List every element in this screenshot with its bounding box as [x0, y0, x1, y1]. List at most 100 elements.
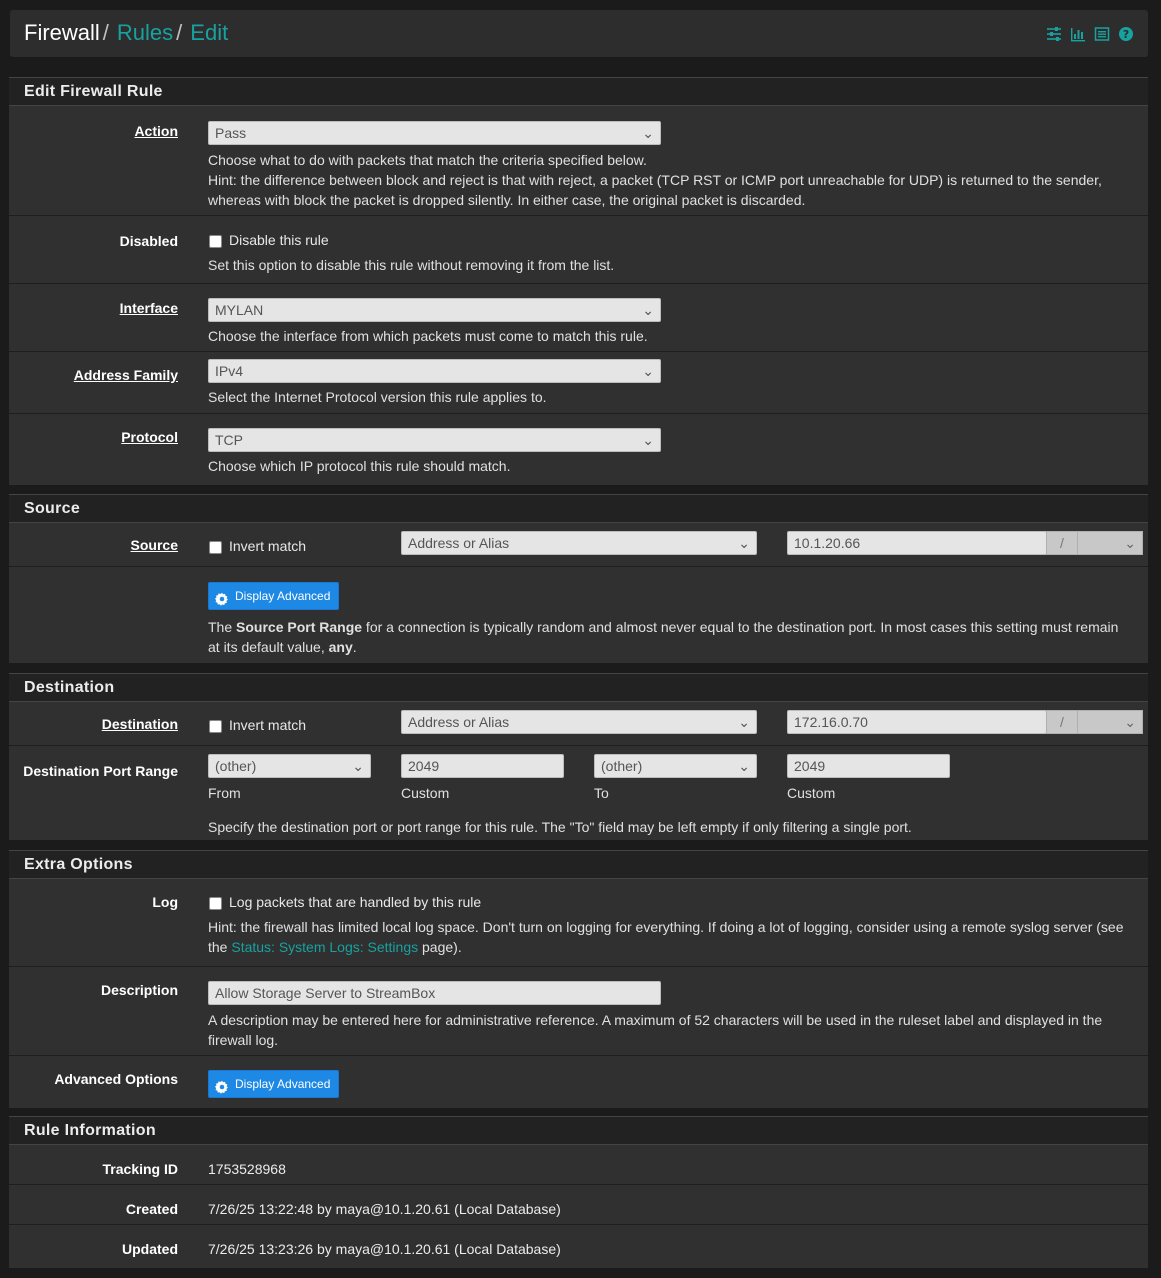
port-from-caption: From [208, 785, 241, 801]
chevron-down-icon: ⌄ [642, 363, 654, 379]
breadcrumb-separator: / [176, 20, 183, 45]
chevron-down-icon: ⌄ [352, 758, 364, 774]
panel-title: Source [24, 500, 81, 517]
destination-address-input[interactable]: 172.16.0.70 [787, 710, 1047, 734]
gear-icon [214, 589, 229, 615]
address-family-label: Address Family [73, 367, 178, 383]
address-family-select-value: IPv4 [215, 363, 244, 379]
destination-mask-select[interactable]: ⌄ [1077, 710, 1143, 734]
action-help-line1: Choose what to do with packets that matc… [208, 152, 647, 168]
panel-title: Rule Information [24, 1122, 156, 1139]
port-to-caption: To [594, 785, 609, 801]
breadcrumb-rules-link[interactable]: Rules [117, 20, 173, 45]
port-from-custom-value: 2049 [408, 758, 440, 774]
description-label: Description [100, 982, 178, 998]
disabled-help: Set this option to disable this rule wit… [208, 257, 615, 273]
port-to-custom-value: 2049 [794, 758, 826, 774]
destination-invert-label[interactable]: Invert match [229, 717, 306, 733]
description-input[interactable]: Allow Storage Server to StreamBox [208, 981, 661, 1005]
breadcrumb-separator: / [102, 20, 109, 45]
system-logs-settings-link[interactable]: Status: System Logs: Settings [231, 939, 418, 955]
address-family-select[interactable]: IPv4 ⌄ [208, 359, 661, 383]
chevron-down-icon: ⌄ [642, 302, 654, 318]
source-help-bold: Source Port Range [236, 619, 363, 635]
chevron-down-icon: ⌄ [738, 714, 750, 730]
disable-rule-checkbox-label[interactable]: Disable this rule [229, 232, 329, 248]
action-select-value: Pass [215, 125, 247, 141]
port-from-custom-input[interactable]: 2049 [401, 754, 564, 778]
advanced-options-display-button[interactable]: Display Advanced [208, 1070, 340, 1098]
source-display-advanced-button[interactable]: Display Advanced [208, 582, 340, 610]
source-type-value: Address or Alias [408, 535, 510, 551]
action-help-hint: Hint: the difference between block and r… [208, 172, 1102, 208]
port-from-select-value: (other) [215, 758, 257, 774]
destination-invert-checkbox[interactable] [209, 720, 222, 733]
source-panel: Source Source Invert match Address or Al… [9, 494, 1148, 663]
log-label: Log [152, 894, 178, 910]
chevron-down-icon: ⌄ [642, 125, 654, 141]
log-checkbox[interactable] [209, 897, 222, 910]
bar-chart-icon[interactable] [1070, 26, 1086, 42]
action-select[interactable]: Pass ⌄ [208, 121, 661, 145]
advanced-options-label: Advanced Options [54, 1071, 178, 1087]
header-icons: ? [1046, 26, 1134, 42]
protocol-row: Protocol TCP ⌄ Choose which IP protocol … [9, 414, 1148, 484]
breadcrumb-edit-link[interactable]: Edit [190, 20, 228, 45]
source-display-advanced-label: Display Advanced [235, 589, 331, 603]
created-label: Created [125, 1201, 178, 1217]
interface-help: Choose the interface from which packets … [208, 328, 648, 344]
port-to-select[interactable]: (other) ⌄ [594, 754, 757, 778]
destination-type-select[interactable]: Address or Alias ⌄ [401, 710, 757, 734]
disable-rule-checkbox[interactable] [209, 235, 222, 248]
extra-options-heading: Extra Options [9, 850, 1148, 879]
port-from-select[interactable]: (other) ⌄ [208, 754, 371, 778]
protocol-select[interactable]: TCP ⌄ [208, 428, 661, 452]
protocol-label: Protocol [121, 429, 178, 445]
chevron-down-icon: ⌄ [738, 758, 750, 774]
interface-select-value: MYLAN [215, 302, 264, 318]
source-invert-checkbox[interactable] [209, 541, 222, 554]
action-label: Action [134, 123, 178, 139]
description-input-value: Allow Storage Server to StreamBox [215, 985, 436, 1001]
chevron-down-icon: ⌄ [1124, 535, 1136, 551]
destination-mask-separator: / [1046, 710, 1078, 734]
breadcrumb: Firewall / Rules / Edit [24, 20, 228, 46]
source-type-select[interactable]: Address or Alias ⌄ [401, 531, 757, 555]
rule-info-panel: Rule Information Tracking ID 1753528968 … [9, 1116, 1148, 1268]
chevron-down-icon: ⌄ [738, 535, 750, 551]
source-mask-select[interactable]: ⌄ [1077, 531, 1143, 555]
protocol-select-value: TCP [215, 432, 243, 448]
extra-options-panel: Extra Options Log Log packets that are h… [9, 850, 1148, 1108]
port-to-select-value: (other) [601, 758, 643, 774]
created-value: 7/26/25 13:22:48 by maya@10.1.20.61 (Loc… [208, 1201, 561, 1217]
edit-rule-panel: Edit Firewall Rule Action Pass ⌄ Choose … [9, 77, 1148, 485]
destination-label: Destination [101, 716, 178, 732]
source-heading: Source [9, 494, 1148, 523]
description-row: Description Allow Storage Server to Stre… [9, 967, 1148, 1056]
advanced-options-row: Advanced Options Display Advanced [9, 1056, 1148, 1106]
log-checkbox-label[interactable]: Log packets that are handled by this rul… [229, 894, 481, 910]
source-label: Source [130, 537, 178, 553]
source-help-prefix: The [208, 619, 237, 635]
panel-title: Extra Options [24, 856, 133, 873]
port-to-custom-input[interactable]: 2049 [787, 754, 950, 778]
help-icon[interactable]: ? [1118, 26, 1134, 42]
list-icon[interactable] [1094, 26, 1110, 42]
disabled-label: Disabled [119, 233, 178, 249]
tracking-id-row: Tracking ID 1753528968 [9, 1145, 1148, 1185]
log-help: Hint: the firewall has limited local log… [208, 917, 1132, 957]
sliders-icon[interactable] [1046, 26, 1062, 42]
tracking-id-label: Tracking ID [102, 1161, 178, 1177]
source-row: Source Invert match Address or Alias ⌄ 1… [9, 523, 1148, 567]
source-advanced-row: Display Advanced The Source Port Range f… [9, 567, 1148, 663]
updated-value: 7/26/25 13:23:26 by maya@10.1.20.61 (Loc… [208, 1241, 561, 1257]
panel-title: Destination [24, 679, 115, 696]
source-address-input[interactable]: 10.1.20.66 [787, 531, 1047, 555]
destination-heading: Destination [9, 673, 1148, 702]
chevron-down-icon: ⌄ [642, 432, 654, 448]
interface-select[interactable]: MYLAN ⌄ [208, 298, 661, 322]
destination-port-range-label: Destination Port Range [23, 763, 178, 779]
address-family-help: Select the Internet Protocol version thi… [208, 389, 547, 405]
source-invert-label[interactable]: Invert match [229, 538, 306, 554]
edit-rule-heading: Edit Firewall Rule [9, 77, 1148, 106]
